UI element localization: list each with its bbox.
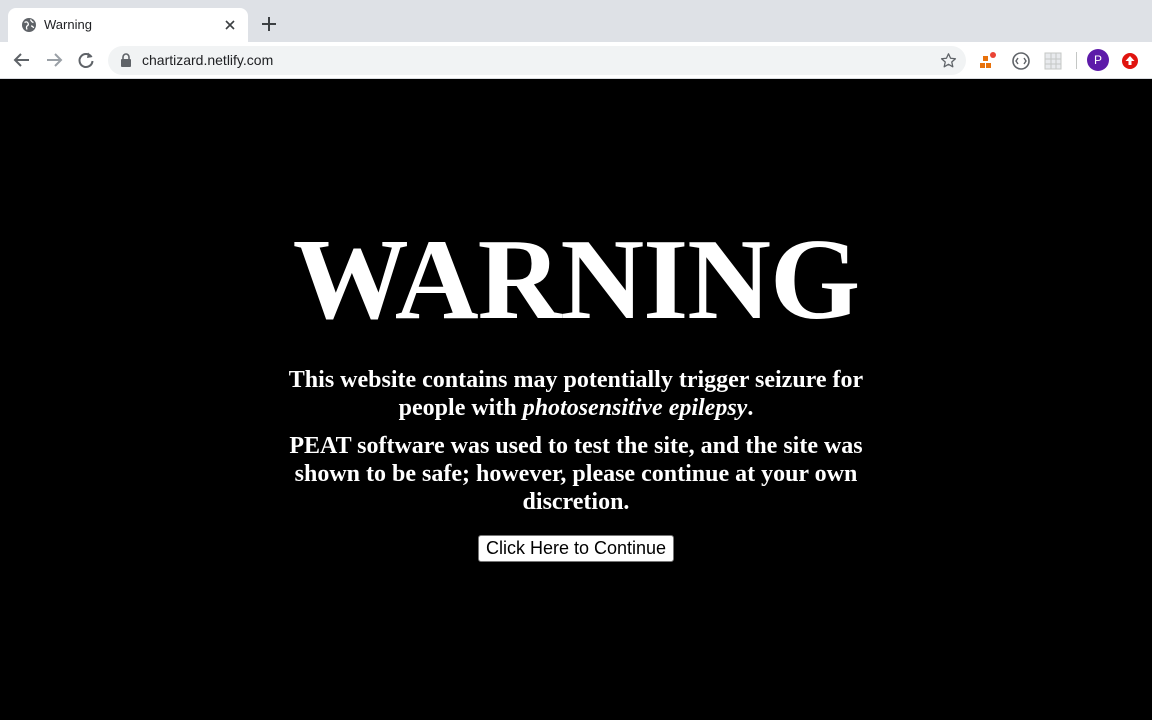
profile-avatar[interactable]: P — [1087, 49, 1109, 71]
tab-strip: Warning — [0, 0, 1152, 42]
browser-toolbar: chartizard.netlify.com P — [0, 42, 1152, 79]
extension-upload-icon[interactable] — [1120, 51, 1140, 71]
epilepsy-warning-text: This website contains may potentially tr… — [276, 366, 876, 422]
extension-network-icon[interactable] — [978, 51, 998, 71]
extension-grid-icon[interactable] — [1043, 51, 1063, 71]
tab-title: Warning — [44, 17, 92, 32]
toolbar-divider — [1076, 52, 1077, 69]
forward-arrow-icon[interactable] — [44, 50, 64, 70]
peat-disclaimer-text: PEAT software was used to test the site,… — [289, 433, 863, 515]
warning-heading: WARNING — [292, 216, 861, 344]
continue-button[interactable]: Click Here to Continue — [478, 535, 674, 562]
new-tab-plus-icon[interactable] — [260, 15, 278, 33]
address-bar[interactable]: chartizard.netlify.com — [108, 46, 966, 75]
reload-icon[interactable] — [76, 50, 96, 70]
close-tab-icon[interactable] — [222, 17, 238, 33]
extension-code-icon[interactable] — [1011, 51, 1031, 71]
warning-text-end: . — [747, 395, 754, 421]
active-tab[interactable]: Warning — [8, 8, 248, 42]
bookmark-star-icon[interactable] — [940, 52, 957, 69]
url-text[interactable]: chartizard.netlify.com — [142, 52, 273, 69]
warning-page: WARNING This website contains may potent… — [0, 79, 1152, 720]
photosensitive-epilepsy-emphasis: photosensitive epilepsy — [522, 395, 748, 421]
back-arrow-icon[interactable] — [12, 50, 32, 70]
globe-icon — [22, 18, 36, 32]
lock-icon[interactable] — [120, 53, 132, 67]
